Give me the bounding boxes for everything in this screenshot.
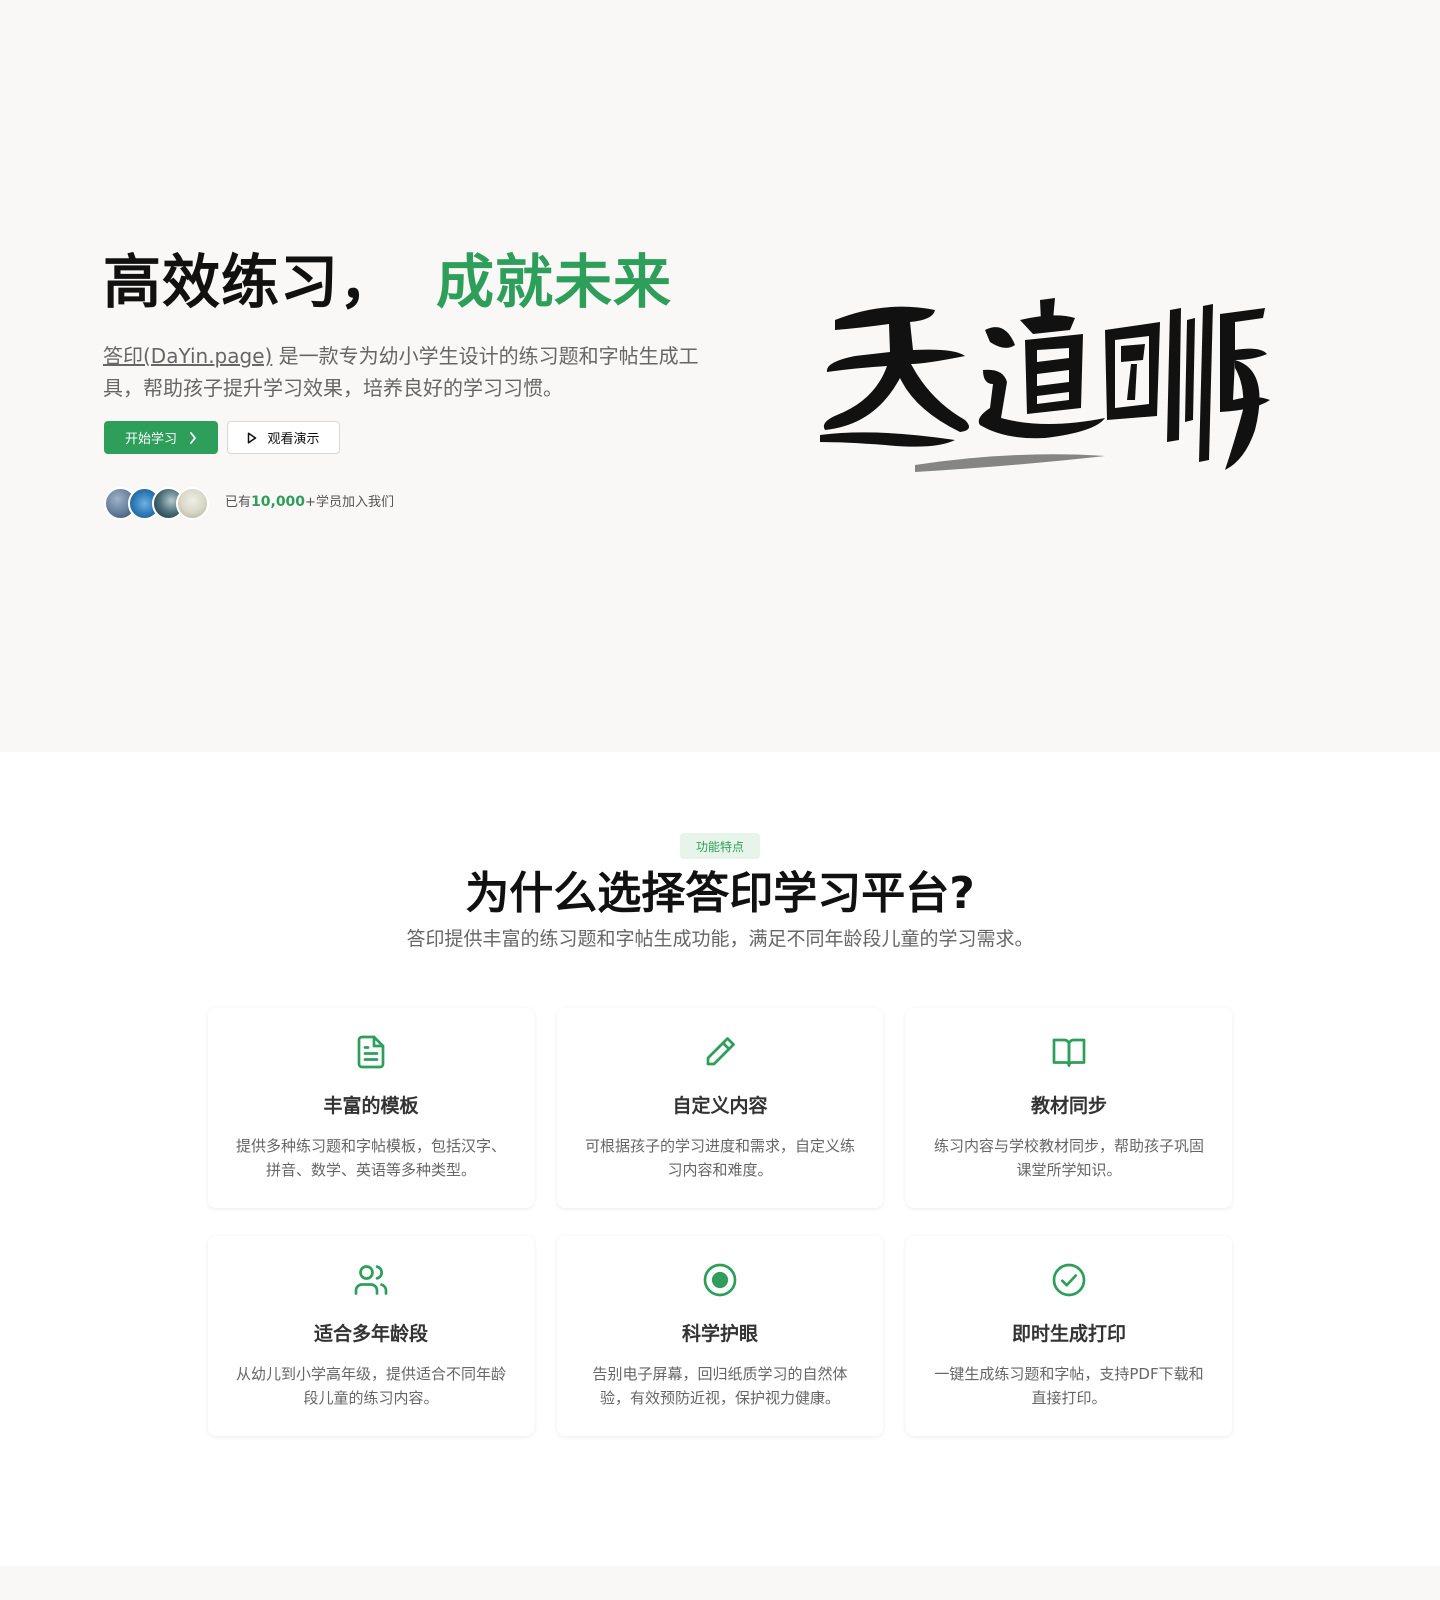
feature-card-desc: 告别电子屏幕，回归纸质学习的自然体验，有效预防近视，保护视力健康。: [592, 1365, 848, 1407]
feature-card-desc: 练习内容与学校教材同步，帮助孩子巩固课堂所学知识。: [933, 1137, 1204, 1179]
join-prefix: 已有: [225, 495, 252, 510]
feature-card-title: 自定义内容: [672, 1095, 768, 1117]
feature-card-title: 丰富的模板: [323, 1095, 419, 1117]
feature-card-title: 即时生成打印: [1011, 1323, 1126, 1345]
hero-description: 答印(DaYin.page) 是一款专为幼小学生设计的练习题和字帖生成工具，帮助…: [103, 340, 703, 404]
feature-card-title: 教材同步: [1030, 1095, 1107, 1117]
hero-title: 高效练习， 成就未来: [103, 242, 672, 322]
book-icon: [1051, 1034, 1087, 1070]
feature-card-desc: 可根据孩子的学习进度和需求，自定义练习内容和难度。: [584, 1137, 855, 1179]
feature-card-templates: 丰富的模板 提供多种练习题和字帖模板，包括汉字、拼音、数学、英语等多种类型。: [208, 1008, 534, 1208]
calligraphy-image: [820, 298, 1270, 472]
features-badge: 功能特点: [680, 833, 760, 859]
pencil-icon: [702, 1034, 738, 1070]
start-learning-label: 开始学习: [124, 432, 177, 447]
hero-title-accent: 成就未来: [436, 248, 673, 316]
feature-card-desc: 提供多种练习题和字帖模板，包括汉字、拼音、数学、英语等多种类型。: [235, 1137, 506, 1179]
watch-demo-label: 观看演示: [267, 432, 320, 447]
play-icon: [248, 431, 257, 444]
check-circle-icon: [1051, 1262, 1087, 1298]
join-count-text: 已有10,000+学员加入我们: [225, 492, 394, 513]
feature-card-desc: 从幼儿到小学高年级，提供适合不同年龄段儿童的练习内容。: [235, 1365, 506, 1407]
users-icon: [353, 1262, 389, 1298]
hero-section: 高效练习， 成就未来 答印(DaYin.page) 是一款专为幼小学生设计的练习题…: [0, 0, 1440, 752]
brand-link[interactable]: 答印(DaYin.page): [103, 344, 272, 368]
features-title: 为什么选择答印学习平台?: [465, 868, 975, 919]
feature-card-textbook: 教材同步 练习内容与学校教材同步，帮助孩子巩固课堂所学知识。: [906, 1008, 1232, 1208]
feature-card-title: 科学护眼: [681, 1323, 758, 1345]
eye-icon: [702, 1262, 738, 1298]
feature-card-eyecare: 科学护眼 告别电子屏幕，回归纸质学习的自然体验，有效预防近视，保护视力健康。: [557, 1236, 883, 1436]
chevron-right-icon: [190, 431, 196, 444]
feature-card-ages: 适合多年龄段 从幼儿到小学高年级，提供适合不同年龄段儿童的练习内容。: [208, 1236, 534, 1436]
features-section: 功能特点 为什么选择答印学习平台? 答印提供丰富的练习题和字帖生成功能，满足不同…: [0, 752, 1440, 1566]
footer-strip: [0, 1566, 1440, 1600]
hero-title-main: 高效练习，: [103, 248, 399, 316]
feature-card-print: 即时生成打印 一键生成练习题和字帖，支持PDF下载和直接打印。: [906, 1236, 1232, 1436]
avatar-group: [104, 487, 209, 520]
document-icon: [353, 1034, 389, 1070]
watch-demo-button[interactable]: 观看演示: [227, 421, 340, 454]
start-learning-button[interactable]: 开始学习: [104, 421, 218, 454]
join-count: 10,000: [251, 494, 306, 510]
features-subtitle: 答印提供丰富的练习题和字帖生成功能，满足不同年龄段儿童的学习需求。: [406, 928, 1034, 950]
feature-card-title: 适合多年龄段: [313, 1323, 428, 1345]
feature-card-desc: 一键生成练习题和字帖，支持PDF下载和直接打印。: [934, 1365, 1204, 1407]
feature-card-custom: 自定义内容 可根据孩子的学习进度和需求，自定义练习内容和难度。: [557, 1008, 883, 1208]
join-suffix: +学员加入我们: [305, 495, 394, 510]
avatar: [176, 487, 209, 520]
